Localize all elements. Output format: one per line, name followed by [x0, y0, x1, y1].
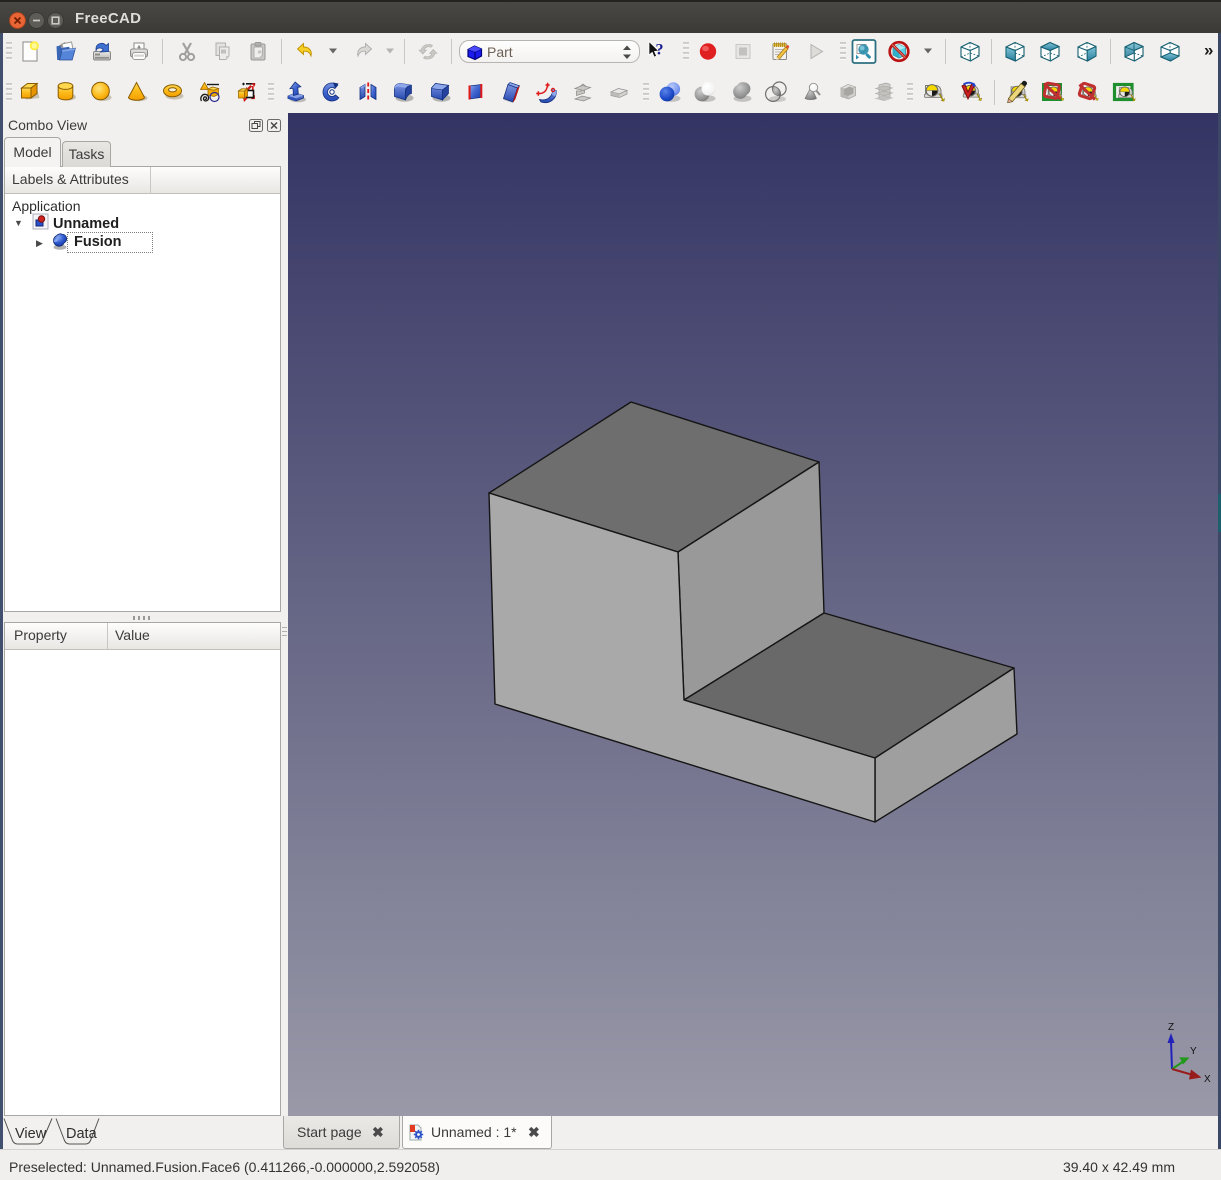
svg-text:Data: Data — [66, 1126, 98, 1142]
svg-text:View: View — [15, 1126, 47, 1142]
svg-text:Y: Y — [1190, 1046, 1197, 1057]
svg-text:X: X — [1204, 1074, 1211, 1085]
svg-text:Z: Z — [1168, 1022, 1174, 1033]
